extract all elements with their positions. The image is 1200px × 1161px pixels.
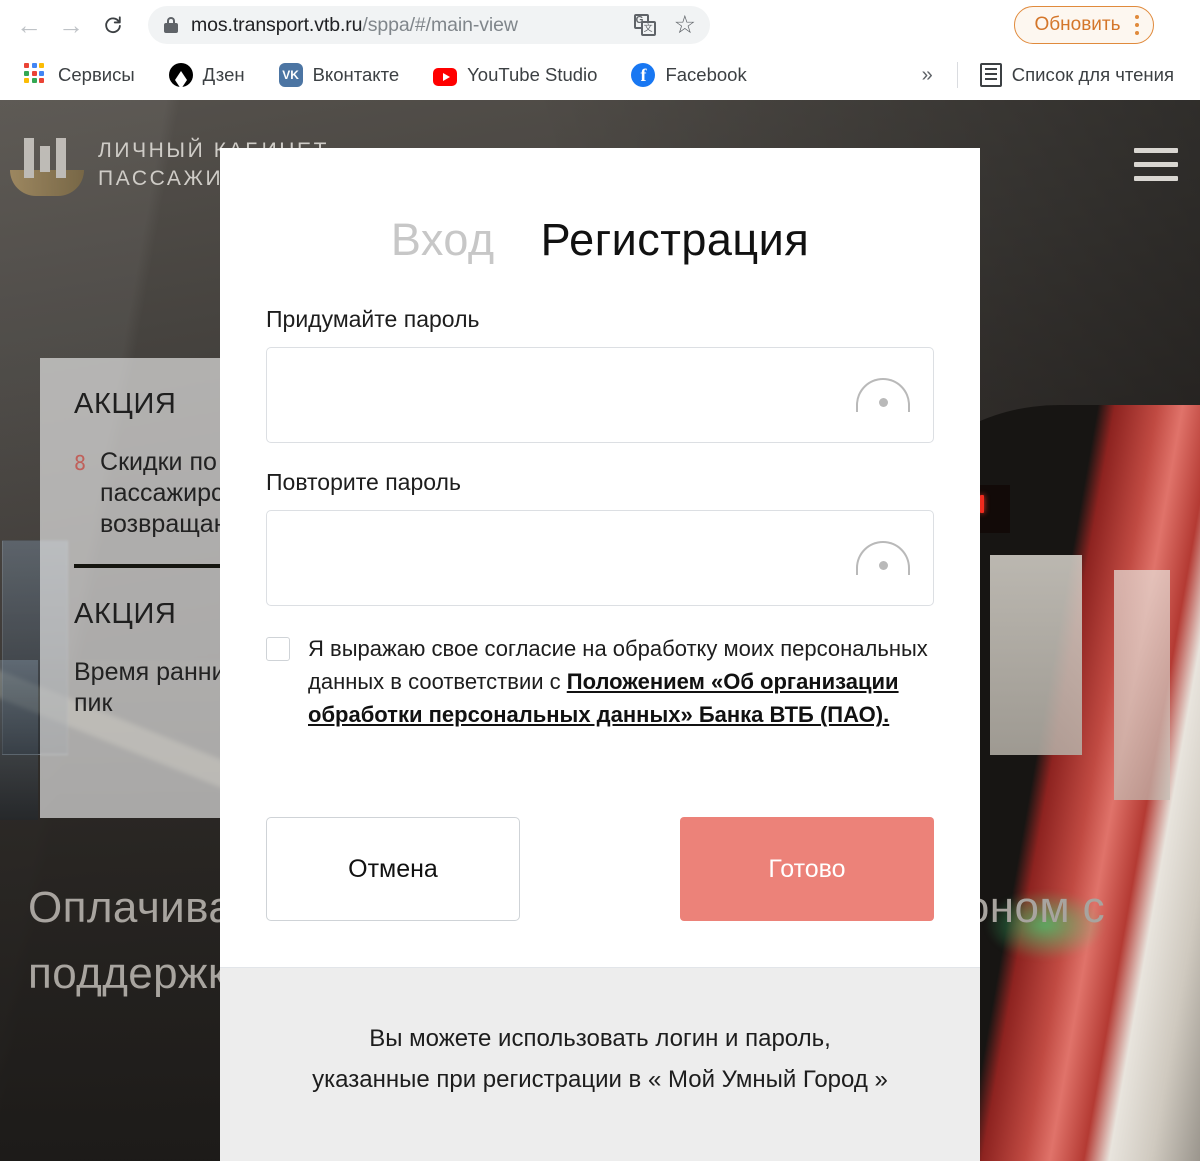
update-button-label: Обновить <box>1034 14 1121 35</box>
bookmark-label: Вконтакте <box>312 64 400 85</box>
show-confirm-password-eye-icon[interactable] <box>856 541 910 575</box>
hamburger-menu-icon[interactable] <box>1134 148 1178 190</box>
bookmarks-bar-right: » Список для чтения <box>910 59 1200 91</box>
url-path: /sppa/#/main-view <box>362 13 518 36</box>
reading-list-label: Список для чтения <box>1011 64 1174 85</box>
submit-button[interactable]: Готово <box>680 817 934 921</box>
footer-line-2: указанные при регистрации в « Мой Умный … <box>312 1066 888 1093</box>
confirm-password-input[interactable] <box>266 510 934 606</box>
bookmark-label: YouTube Studio <box>467 64 598 85</box>
back-button[interactable]: ← <box>8 4 50 46</box>
reading-list-icon <box>979 63 1002 87</box>
consent-row: Я выражаю свое согласие на обработку мои… <box>266 632 934 731</box>
consent-checkbox[interactable] <box>266 637 290 661</box>
show-password-eye-icon[interactable] <box>856 378 910 412</box>
browser-menu-icon[interactable] <box>1134 14 1139 36</box>
bookmark-label: Facebook <box>665 64 747 85</box>
bookmark-star-icon[interactable]: ☆ <box>674 12 696 38</box>
train-window-2 <box>1114 570 1170 800</box>
confirm-password-field-group: Повторите пароль <box>266 469 934 606</box>
vk-icon: VK <box>278 63 303 87</box>
consent-text: Я выражаю свое согласие на обработку мои… <box>308 632 928 731</box>
apps-grid-icon <box>24 63 48 87</box>
forward-button[interactable]: → <box>50 4 92 46</box>
bookmarks-overflow-icon[interactable]: » <box>910 60 945 91</box>
reading-list-button[interactable]: Список для чтения <box>970 59 1184 91</box>
modal-body: Вход Регистрация Придумайте пароль Повто… <box>220 148 980 967</box>
divider <box>956 62 958 88</box>
password-label: Придумайте пароль <box>266 306 480 332</box>
zen-icon <box>168 63 193 89</box>
bookmark-label: Сервисы <box>58 64 135 85</box>
train-window <box>990 555 1082 755</box>
bookmark-vkontakte[interactable]: VK Вконтакте <box>269 59 410 91</box>
footer-line-1: Вы можете использовать логин и пароль, <box>369 1025 831 1052</box>
url-domain: mos.transport.vtb.ru <box>191 13 363 36</box>
modal-footer: Вы можете использовать логин и пароль, у… <box>220 967 980 1161</box>
confirm-password-label: Повторите пароль <box>266 469 461 495</box>
modal-actions: Отмена Готово <box>266 817 934 967</box>
promo-marker: 8 <box>74 451 87 475</box>
bookmark-dzen[interactable]: Дзен <box>159 59 255 91</box>
bookmark-facebook[interactable]: f Facebook <box>621 59 756 91</box>
reload-button[interactable] <box>92 4 134 46</box>
bookmark-label: Дзен <box>202 64 245 85</box>
auth-tabs: Вход Регистрация <box>266 148 934 306</box>
left-train-door-2 <box>0 660 38 820</box>
cancel-button[interactable]: Отмена <box>266 817 520 921</box>
forward-arrow-icon: → <box>58 10 84 40</box>
youtube-icon <box>433 67 458 86</box>
update-button[interactable]: Обновить <box>1014 6 1154 44</box>
registration-modal: Вход Регистрация Придумайте пароль Повто… <box>220 148 980 1161</box>
back-arrow-icon: ← <box>16 10 42 40</box>
browser-toolbar: ← → mos.transport.vtb.ru /sppa/#/main-vi… <box>0 0 1200 50</box>
bookmark-servicy[interactable]: Сервисы <box>14 59 145 91</box>
tab-login[interactable]: Вход <box>391 214 495 266</box>
password-field-group: Придумайте пароль <box>266 306 934 443</box>
lock-icon <box>164 17 178 33</box>
password-input[interactable] <box>266 347 934 443</box>
browser-chrome: ← → mos.transport.vtb.ru /sppa/#/main-vi… <box>0 0 1200 100</box>
bookmark-youtube-studio[interactable]: YouTube Studio <box>423 60 607 90</box>
address-bar[interactable]: mos.transport.vtb.ru /sppa/#/main-view G… <box>148 6 710 44</box>
reload-icon <box>105 16 121 34</box>
bookmarks-bar: Сервисы Дзен VK Вконтакте YouTube Studio… <box>0 50 1200 100</box>
facebook-icon: f <box>631 63 656 87</box>
tab-registration[interactable]: Регистрация <box>541 214 810 266</box>
metro-emblem-icon <box>10 132 84 198</box>
translate-icon[interactable]: G文 <box>633 14 656 36</box>
